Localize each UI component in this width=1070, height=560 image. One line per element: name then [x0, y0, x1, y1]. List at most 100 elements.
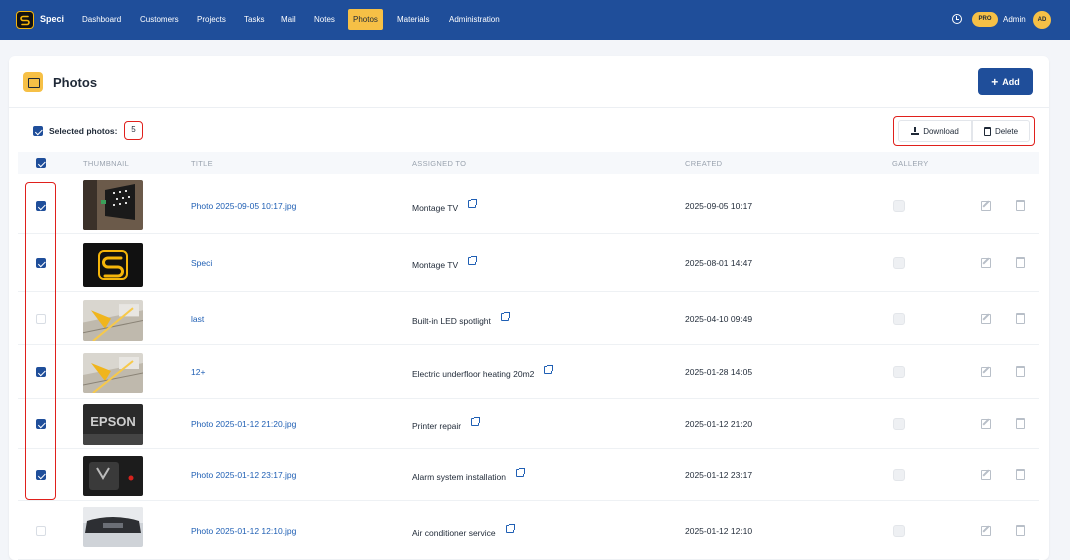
created-date: 2025-08-01 14:47: [685, 258, 753, 268]
select-all-checkbox[interactable]: [36, 158, 46, 168]
column-header-created[interactable]: CREATED: [685, 159, 722, 168]
assigned-to-text: Electric underfloor heating 20m2: [412, 369, 535, 379]
trash-icon[interactable]: [1016, 257, 1025, 268]
external-link-icon[interactable]: [516, 468, 525, 477]
photo-title-link[interactable]: 12+: [191, 367, 205, 377]
nav-item-materials[interactable]: Materials: [392, 9, 434, 30]
user-name[interactable]: Admin: [1003, 15, 1026, 24]
photos-card: Photos + Add Selected photos: 5 Download…: [9, 56, 1049, 560]
photo-thumbnail[interactable]: [83, 300, 143, 341]
checkbox-column-highlight: [25, 182, 56, 500]
download-label: Download: [923, 126, 959, 136]
trash-icon[interactable]: [1016, 524, 1025, 536]
photo-title-link[interactable]: Photo 2025-01-12 21:20.jpg: [191, 419, 296, 429]
trash-icon[interactable]: [1016, 200, 1025, 211]
column-header-assigned[interactable]: ASSIGNED TO: [412, 159, 466, 168]
selected-photos-label: Selected photos:: [49, 126, 118, 136]
photo-thumbnail[interactable]: EPSON: [83, 404, 143, 445]
clock-icon[interactable]: [952, 14, 962, 24]
add-button-label: Add: [1002, 76, 1020, 87]
external-link-icon[interactable]: [468, 199, 477, 208]
table-header: THUMBNAIL TITLE ASSIGNED TO CREATED GALL…: [18, 152, 1039, 174]
table-row: Photo 2025-09-05 10:17.jpg Montage TV 2025…: [18, 178, 1039, 234]
edit-icon[interactable]: [981, 201, 991, 211]
photo-icon: [23, 72, 43, 92]
delete-label: Delete: [994, 126, 1019, 136]
add-button[interactable]: + Add: [978, 68, 1033, 95]
external-link-icon[interactable]: [471, 417, 480, 426]
table-row: last Built-in LED spotlight 2025-04-10 09:…: [18, 292, 1039, 345]
table-row: Photo 2025-01-12 23:17.jpg Alarm system i…: [18, 449, 1039, 501]
external-link-icon[interactable]: [468, 256, 477, 265]
nav-item-dashboard[interactable]: Dashboard: [77, 9, 126, 30]
gallery-checkbox[interactable]: [893, 366, 905, 378]
gallery-checkbox[interactable]: [893, 469, 905, 481]
nav-item-tasks[interactable]: Tasks: [239, 9, 269, 30]
brand-name: Speci: [40, 14, 65, 24]
pro-badge: PRO: [972, 12, 998, 27]
svg-text:EPSON: EPSON: [90, 414, 136, 429]
table-row: Photo 2025-01-12 12:10.jpg Air conditione…: [18, 501, 1039, 560]
photo-title-link[interactable]: last: [191, 314, 204, 324]
table-row: 12+ Electric underfloor heating 20m2 2025-…: [18, 345, 1039, 399]
header-divider: [9, 107, 1049, 108]
edit-icon[interactable]: [981, 419, 991, 429]
top-navbar: Speci Dashboard Customers Projects Tasks…: [0, 0, 1070, 40]
nav-item-projects[interactable]: Projects: [192, 9, 231, 30]
gallery-checkbox[interactable]: [893, 312, 905, 325]
photo-thumbnail[interactable]: [83, 456, 143, 496]
download-icon: [911, 127, 920, 135]
photo-thumbnail[interactable]: [83, 507, 143, 547]
trash-icon[interactable]: [1016, 469, 1025, 480]
edit-icon[interactable]: [981, 258, 991, 268]
delete-button[interactable]: Delete: [972, 120, 1030, 142]
external-link-icon[interactable]: [506, 523, 515, 533]
gallery-checkbox[interactable]: [893, 524, 905, 537]
photo-title-link[interactable]: Photo 2025-01-12 23:17.jpg: [191, 470, 296, 480]
edit-icon[interactable]: [981, 313, 991, 324]
nav-item-administration[interactable]: Administration: [444, 9, 505, 30]
download-button[interactable]: Download: [898, 120, 972, 142]
gallery-checkbox[interactable]: [893, 257, 905, 269]
selected-count: 5: [124, 121, 143, 140]
gallery-checkbox[interactable]: [893, 418, 905, 430]
created-date: 2025-01-12 23:17: [685, 470, 753, 480]
photo-thumbnail[interactable]: [83, 180, 143, 230]
nav-item-mail[interactable]: Mail: [276, 9, 301, 30]
column-header-gallery[interactable]: GALLERY: [892, 159, 929, 168]
column-header-title[interactable]: TITLE: [191, 159, 213, 168]
trash-icon[interactable]: [1016, 312, 1025, 324]
edit-icon[interactable]: [981, 525, 991, 536]
photo-title-link[interactable]: Speci: [191, 258, 212, 268]
column-header-thumbnail[interactable]: THUMBNAIL: [83, 159, 129, 168]
nav-item-customers[interactable]: Customers: [135, 9, 184, 30]
photo-thumbnail[interactable]: [83, 353, 143, 393]
select-all-toolbar-checkbox[interactable]: [33, 126, 43, 136]
created-date: 2025-01-12 12:10: [685, 525, 753, 536]
assigned-to-text: Built-in LED spotlight: [412, 315, 491, 326]
edit-icon[interactable]: [981, 470, 991, 480]
edit-icon[interactable]: [981, 367, 991, 377]
row-select-checkbox[interactable]: [36, 525, 46, 536]
trash-icon[interactable]: [1016, 366, 1025, 377]
external-link-icon[interactable]: [501, 311, 510, 321]
created-date: 2025-04-10 09:49: [685, 313, 753, 324]
speci-logo-icon[interactable]: [16, 11, 34, 29]
nav-item-notes[interactable]: Notes: [309, 9, 340, 30]
assigned-to-text: Printer repair: [412, 421, 462, 431]
external-link-icon[interactable]: [544, 365, 553, 374]
assigned-to-text: Montage TV: [412, 260, 459, 270]
assigned-to-text: Air conditioner service: [412, 527, 496, 538]
trash-icon: [983, 126, 991, 136]
assigned-to-text: Montage TV: [412, 203, 459, 213]
plus-icon: +: [991, 74, 999, 89]
photo-title-link[interactable]: Photo 2025-01-12 12:10.jpg: [191, 526, 296, 536]
table-row: EPSON Photo 2025-01-12 21:20.jpg Printer r…: [18, 399, 1039, 449]
avatar[interactable]: AD: [1033, 11, 1051, 29]
nav-item-photos[interactable]: Photos: [348, 9, 383, 30]
trash-icon[interactable]: [1016, 418, 1025, 429]
gallery-checkbox[interactable]: [893, 200, 905, 212]
created-date: 2025-09-05 10:17: [685, 201, 753, 211]
photo-thumbnail[interactable]: [83, 243, 143, 287]
photo-title-link[interactable]: Photo 2025-09-05 10:17.jpg: [191, 201, 296, 211]
